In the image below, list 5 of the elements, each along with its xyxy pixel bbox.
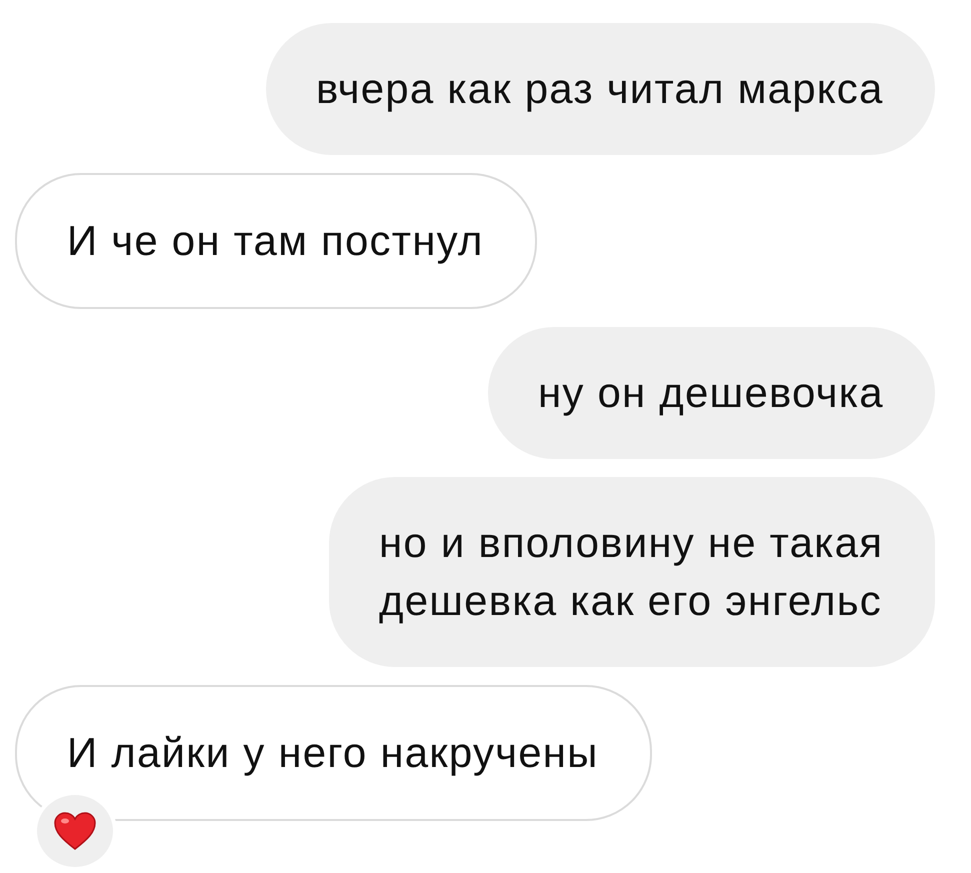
- received-message: И лайки у него накручены: [15, 685, 652, 821]
- sent-message: ну он дешевочка: [488, 327, 935, 459]
- received-message: И че он там постнул: [15, 173, 537, 309]
- sent-message: вчера как раз читал маркса: [266, 23, 935, 155]
- sent-message: но и вполовину не такая дешевка как его энгельс: [329, 477, 935, 667]
